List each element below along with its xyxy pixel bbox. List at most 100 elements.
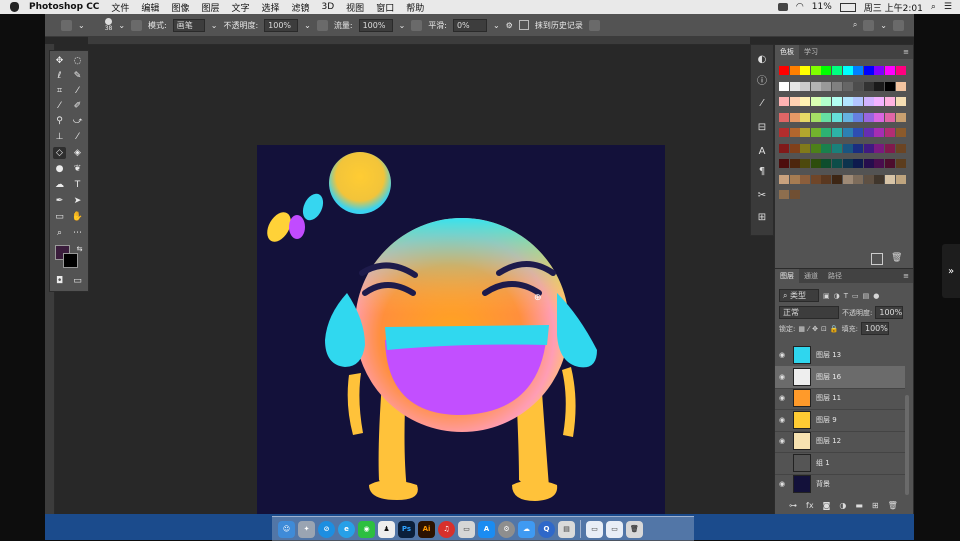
swatch[interactable] xyxy=(832,143,842,153)
tab-swatches[interactable]: 色板 xyxy=(775,45,799,59)
status-icon[interactable] xyxy=(777,3,788,11)
panel-menu-icon[interactable]: ≡ xyxy=(903,48,909,56)
tab-paths[interactable]: 路径 xyxy=(823,271,847,281)
path-select-icon[interactable]: ➤ xyxy=(71,195,84,207)
swatch[interactable] xyxy=(789,159,800,168)
swatch[interactable] xyxy=(800,97,811,106)
layer-row[interactable]: 组 1 xyxy=(775,452,905,475)
layer-row[interactable]: ◉ 图层 11 xyxy=(775,387,905,410)
swatch[interactable] xyxy=(885,81,895,91)
tab-layers[interactable]: 图层 xyxy=(775,269,799,283)
swatch[interactable] xyxy=(895,143,906,153)
menu-type[interactable]: 文字 xyxy=(231,1,249,14)
swatch[interactable] xyxy=(779,143,789,153)
layers-scrollbar[interactable] xyxy=(905,395,909,495)
swatch[interactable] xyxy=(800,174,811,184)
layer-row[interactable]: ◉ 图层 9 xyxy=(775,409,905,432)
healing-brush-icon[interactable]: ⁄ xyxy=(53,100,66,112)
swatch[interactable] xyxy=(779,97,789,106)
trash-icon[interactable]: 🗑 xyxy=(891,253,902,263)
delete-layer-icon[interactable]: 🗑 xyxy=(888,501,898,510)
swatch[interactable] xyxy=(842,159,853,168)
marquee-tool-icon[interactable]: ◌ xyxy=(71,55,84,67)
finder-icon[interactable]: ☺ xyxy=(278,520,295,538)
swatch[interactable] xyxy=(810,159,821,168)
menu-3d[interactable]: 3D xyxy=(322,2,335,12)
filter-type-icon[interactable]: T xyxy=(844,292,848,300)
lasso-tool-icon[interactable]: ℓ xyxy=(53,70,66,82)
menu-window[interactable]: 窗口 xyxy=(376,1,394,14)
swatch[interactable] xyxy=(810,97,821,106)
swatch[interactable] xyxy=(821,97,832,106)
lock-artboard-icon[interactable]: ⊡ xyxy=(821,325,827,333)
blur-tool-icon[interactable]: ● xyxy=(53,163,66,175)
swatch[interactable] xyxy=(885,174,895,184)
layer-style-icon[interactable]: fx xyxy=(806,501,814,510)
eraser-preset-icon[interactable] xyxy=(61,19,72,31)
swatch[interactable] xyxy=(885,97,895,106)
chevron-down-icon[interactable]: ⌄ xyxy=(118,21,125,30)
rectangle-tool-icon[interactable]: ▭ xyxy=(53,211,66,223)
type-tool-icon[interactable]: T xyxy=(71,179,84,191)
menu-edit[interactable]: 编辑 xyxy=(141,1,159,14)
menu-select[interactable]: 选择 xyxy=(261,1,279,14)
more-tools-icon[interactable]: ⋯ xyxy=(71,227,84,239)
swatch[interactable] xyxy=(821,143,832,153)
tab-channels[interactable]: 通道 xyxy=(799,271,823,281)
swatch[interactable] xyxy=(853,128,864,137)
baidu-netdisk-icon[interactable]: ☁ xyxy=(518,520,535,538)
swatch[interactable] xyxy=(874,159,885,168)
filter-pixel-icon[interactable]: ▣ xyxy=(823,292,830,300)
lock-paint-icon[interactable]: ⁄ xyxy=(808,325,809,333)
swatch[interactable] xyxy=(853,97,864,106)
swatch[interactable] xyxy=(810,174,821,184)
menu-file[interactable]: 文件 xyxy=(111,1,129,14)
layer-row[interactable]: ◉ 图层 13 xyxy=(775,344,905,367)
chevron-down-icon[interactable]: ⌄ xyxy=(304,21,311,30)
panel-menu-icon[interactable]: ≡ xyxy=(903,272,909,280)
preview-icon[interactable]: ▤ xyxy=(558,520,575,538)
swatch[interactable] xyxy=(842,66,853,75)
erase-history-checkbox[interactable] xyxy=(518,20,529,30)
swatch[interactable] xyxy=(842,174,853,184)
swatch[interactable] xyxy=(874,143,885,153)
swatch[interactable] xyxy=(832,174,842,184)
swatch[interactable] xyxy=(895,66,906,75)
swatch[interactable] xyxy=(789,143,800,153)
lock-move-icon[interactable]: ✥ xyxy=(812,325,818,333)
layer-row[interactable]: ◉ 背景 xyxy=(775,473,905,494)
swatch[interactable] xyxy=(832,112,842,122)
eye-icon[interactable]: ◉ xyxy=(775,351,789,359)
add-mask-icon[interactable]: ◙ xyxy=(823,501,831,510)
swatch[interactable] xyxy=(874,112,885,122)
search-icon[interactable]: ⌕ xyxy=(931,2,936,12)
filter-toggle-icon[interactable]: ● xyxy=(873,292,879,300)
quicktime-icon[interactable]: Q xyxy=(538,520,555,538)
app-menu[interactable]: Photoshop CC xyxy=(29,2,99,12)
adjustment-layer-icon[interactable]: ◑ xyxy=(839,501,846,510)
swatch[interactable] xyxy=(789,81,800,91)
trash-icon[interactable]: 🗑 xyxy=(626,520,643,538)
swatch[interactable] xyxy=(885,128,895,137)
move-tool-icon[interactable]: ✥ xyxy=(53,55,66,67)
pressure-size-icon[interactable] xyxy=(588,19,600,31)
qq-icon[interactable]: ♟ xyxy=(378,520,395,538)
swatch[interactable] xyxy=(895,174,906,184)
mode-select[interactable]: 画笔 xyxy=(172,18,205,32)
eyedropper-icon[interactable]: ⁄ xyxy=(71,85,84,97)
swatch[interactable] xyxy=(863,81,874,91)
pressure-opacity-icon[interactable] xyxy=(316,19,328,31)
swatch[interactable] xyxy=(789,190,800,199)
apple-icon[interactable] xyxy=(10,2,19,12)
swatch[interactable] xyxy=(789,174,800,184)
swatch[interactable] xyxy=(779,159,789,168)
swatch[interactable] xyxy=(789,128,800,137)
swatch[interactable] xyxy=(895,97,906,106)
brush-panel-icon[interactable] xyxy=(131,19,143,31)
layer-name[interactable]: 图层 13 xyxy=(816,350,841,360)
safari-icon[interactable]: ⊘ xyxy=(318,520,335,538)
screenshot-icon[interactable]: ▭ xyxy=(458,520,475,538)
swatch[interactable] xyxy=(853,66,864,75)
swatch[interactable] xyxy=(789,97,800,106)
swatch[interactable] xyxy=(779,128,789,137)
